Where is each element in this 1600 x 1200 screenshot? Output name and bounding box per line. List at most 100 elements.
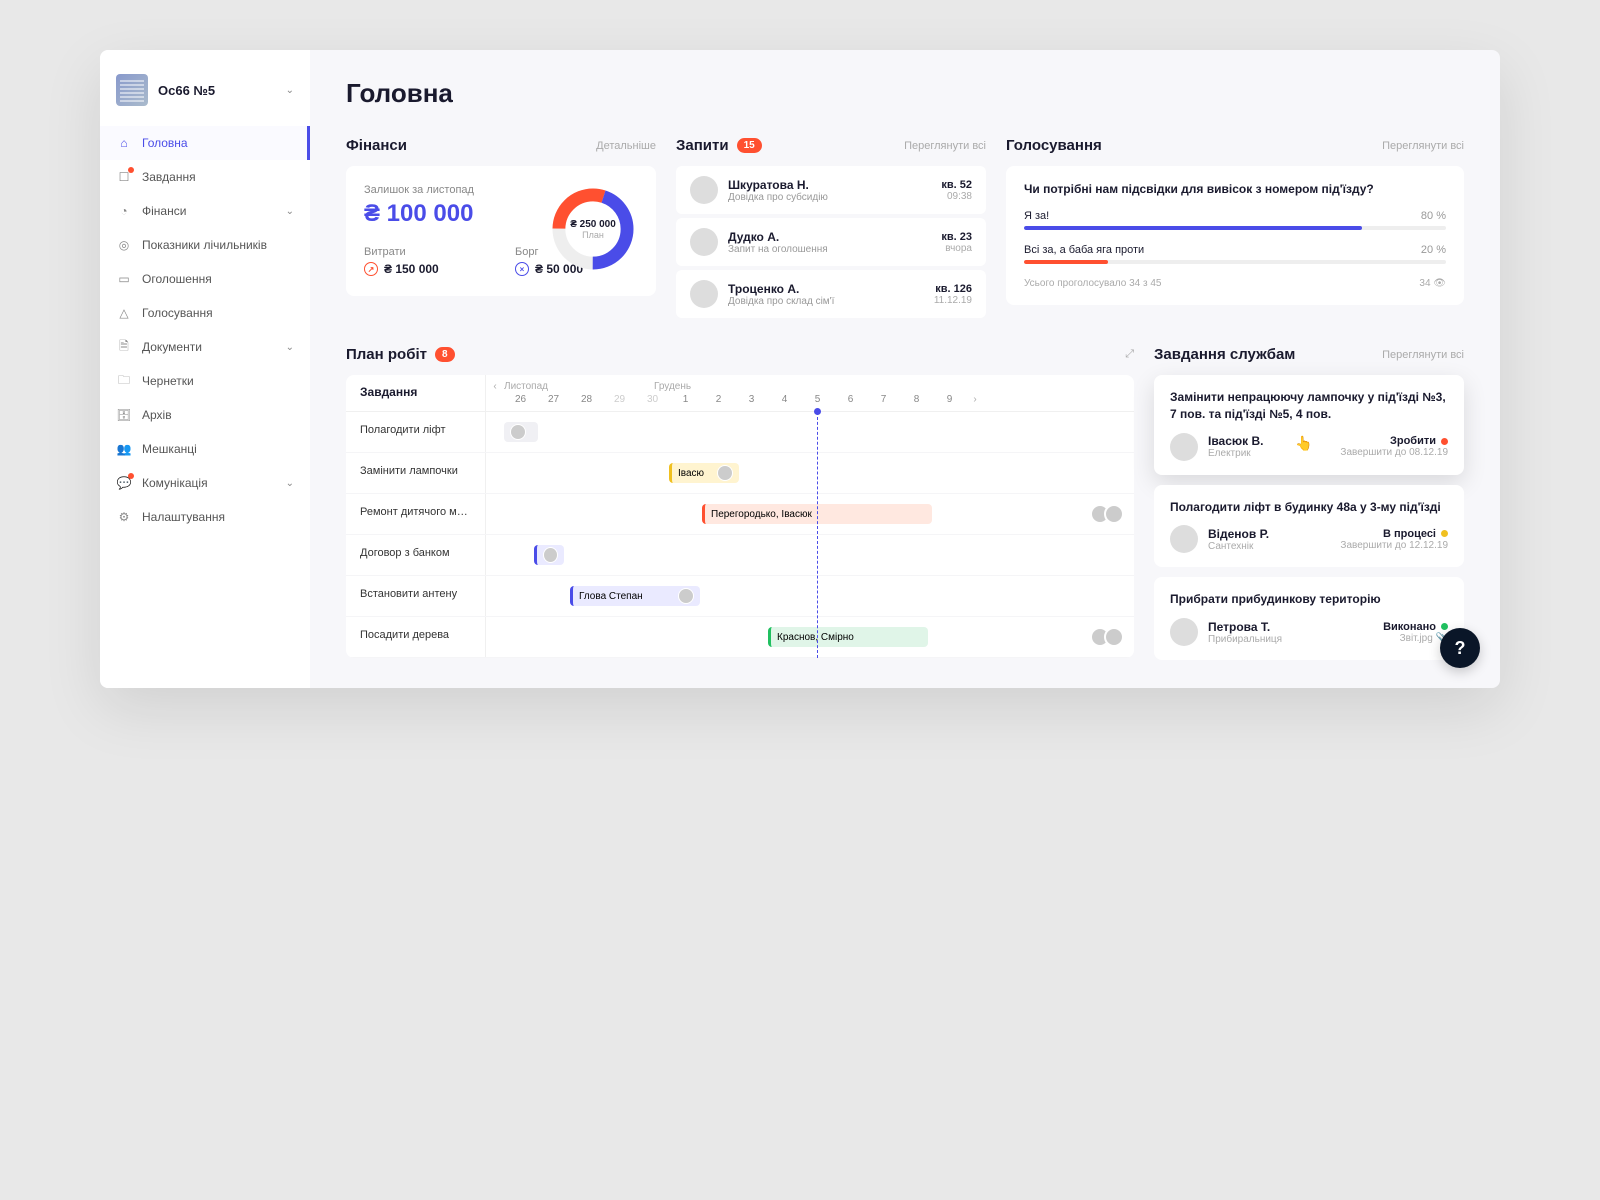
service-task-item[interactable]: Полагодити ліфт в будинку 48а у 3-му під… bbox=[1154, 485, 1464, 568]
voting-title: Голосування bbox=[1006, 137, 1102, 154]
vote-option[interactable]: Всі за, а баба яга проти20 % bbox=[1024, 244, 1446, 264]
sidebar-item-task[interactable]: ☐Завдання bbox=[100, 160, 310, 194]
meter-icon: ◎ bbox=[116, 237, 132, 253]
expenses-label: Витрати bbox=[364, 246, 487, 258]
expand-icon[interactable]: ⤢ bbox=[1125, 348, 1134, 361]
request-apt: кв. 126 bbox=[934, 283, 972, 295]
archive-icon: 🗄 bbox=[116, 407, 132, 423]
service-task-title: Прибрати прибудинкову територію bbox=[1170, 591, 1448, 608]
request-name: Троценко А. bbox=[728, 282, 924, 296]
avatar bbox=[1104, 504, 1124, 524]
main-content: Головна Фінанси Детальніше Залишок за ли… bbox=[310, 50, 1500, 688]
home-icon: ⌂ bbox=[116, 135, 132, 151]
task-due: Завершити до 12.12.19 bbox=[1340, 540, 1448, 551]
plan-label: План bbox=[582, 230, 604, 240]
gantt-bar[interactable]: Івасю bbox=[669, 463, 739, 483]
request-time: вчора bbox=[941, 243, 972, 254]
org-selector[interactable]: Ос66 №5 ⌄ bbox=[100, 66, 310, 114]
sidebar-item-vote[interactable]: △Голосування bbox=[100, 296, 310, 330]
request-item[interactable]: Дудко А.Запит на оголошеннякв. 23вчора bbox=[676, 218, 986, 266]
sidebar-item-draft[interactable]: 🗀Чернетки bbox=[100, 364, 310, 398]
gantt-bar[interactable] bbox=[504, 422, 538, 442]
request-desc: Довідка про субсидію bbox=[728, 192, 931, 203]
sidebar-item-meter[interactable]: ◎Показники лічильників bbox=[100, 228, 310, 262]
requests-view-all-link[interactable]: Переглянути всі bbox=[904, 140, 986, 152]
request-time: 11.12.19 bbox=[934, 295, 972, 306]
nav-label: Документи bbox=[142, 340, 276, 354]
gantt-month-2: Грудень bbox=[654, 381, 691, 392]
avatar bbox=[690, 176, 718, 204]
request-time: 09:38 bbox=[941, 191, 972, 202]
finance-title: Фінанси bbox=[346, 137, 407, 154]
request-apt: кв. 52 bbox=[941, 179, 972, 191]
gantt-next-icon[interactable]: › bbox=[966, 394, 984, 405]
task-icon: ☐ bbox=[116, 169, 132, 185]
request-name: Дудко А. bbox=[728, 230, 931, 244]
avatar bbox=[690, 280, 718, 308]
gantt-row: Замінити лампочкиІвасю bbox=[346, 453, 1134, 494]
gantt-row: Договор з банком bbox=[346, 535, 1134, 576]
voting-question: Чи потрібні нам підсвідки для вивісок з … bbox=[1024, 182, 1446, 196]
sidebar-item-settings[interactable]: ⚙Налаштування bbox=[100, 500, 310, 534]
request-item[interactable]: Шкуратова Н.Довідка про субсидію кв. 5209… bbox=[676, 166, 986, 214]
request-apt: кв. 23 bbox=[941, 231, 972, 243]
avatar bbox=[678, 588, 694, 604]
gantt-day: 29 bbox=[603, 394, 636, 405]
gantt-bar[interactable] bbox=[534, 545, 564, 565]
assignee-name: Петрова Т. bbox=[1208, 620, 1373, 634]
vote-option-label: Всі за, а баба яга проти bbox=[1024, 244, 1144, 256]
sidebar-item-doc[interactable]: 🗎Документи⌄ bbox=[100, 330, 310, 364]
gantt-row: Полагодити ліфт bbox=[346, 412, 1134, 453]
sidebar-item-users[interactable]: 👥Мешканці bbox=[100, 432, 310, 466]
service-task-item[interactable]: Замінити непрацюючу лампочку у під'їзді … bbox=[1154, 375, 1464, 475]
voting-view-all-link[interactable]: Переглянути всі bbox=[1382, 140, 1464, 152]
gantt-day: 7 bbox=[867, 394, 900, 405]
avatar bbox=[717, 465, 733, 481]
avatar bbox=[1170, 525, 1198, 553]
nav-label: Налаштування bbox=[142, 510, 294, 524]
sidebar-item-chat[interactable]: 💬Комунікація⌄ bbox=[100, 466, 310, 500]
chevron-down-icon: ⌄ bbox=[286, 478, 294, 489]
gantt-day: 30 bbox=[636, 394, 669, 405]
request-name: Шкуратова Н. bbox=[728, 178, 931, 192]
finance-details-link[interactable]: Детальніше bbox=[596, 140, 656, 152]
sidebar-item-archive[interactable]: 🗄Архів bbox=[100, 398, 310, 432]
service-task-item[interactable]: Прибрати прибудинкову територію Петрова Т… bbox=[1154, 577, 1464, 660]
voting-card[interactable]: Чи потрібні нам підсвідки для вивісок з … bbox=[1006, 166, 1464, 305]
gantt-bar[interactable]: Глова Степан bbox=[570, 586, 700, 606]
gantt-prev-icon[interactable]: ‹ bbox=[486, 381, 504, 392]
request-item[interactable]: Троценко А.Довідка про склад сім'ї кв. 12… bbox=[676, 270, 986, 318]
avatar bbox=[690, 228, 718, 256]
gantt-day: 5 bbox=[801, 394, 834, 405]
requests-title: Запити bbox=[676, 137, 729, 154]
vote-option-pct: 80 % bbox=[1421, 210, 1446, 222]
request-desc: Довідка про склад сім'ї bbox=[728, 296, 924, 307]
gantt-assignees bbox=[1096, 504, 1124, 524]
vote-option-label: Я за! bbox=[1024, 210, 1049, 222]
finance-card[interactable]: Залишок за листопад ₴ 100 000 Витрати ↗ … bbox=[346, 166, 656, 296]
gantt-month-1: Листопад bbox=[504, 381, 654, 392]
sidebar-item-home[interactable]: ⌂Головна bbox=[100, 126, 310, 160]
sidebar-item-finance[interactable]: ◔Фінанси⌄ bbox=[100, 194, 310, 228]
gantt-day: 6 bbox=[834, 394, 867, 405]
gantt-card: Завдання ‹ Листопад Грудень 262728293012… bbox=[346, 375, 1134, 658]
services-title: Завдання службам bbox=[1154, 346, 1295, 363]
chat-icon: 💬 bbox=[116, 475, 132, 491]
gantt-bar-label: Івасю bbox=[678, 468, 704, 479]
sidebar-item-announce[interactable]: ▭Оголошення bbox=[100, 262, 310, 296]
gantt-task-name: Договор з банком bbox=[346, 535, 486, 575]
services-view-all-link[interactable]: Переглянути всі bbox=[1382, 349, 1464, 361]
gantt-bar[interactable]: Краснов, Смірно bbox=[768, 627, 928, 647]
nav-label: Голосування bbox=[142, 306, 294, 320]
gantt-day: 28 bbox=[570, 394, 603, 405]
gantt-day: 9 bbox=[933, 394, 966, 405]
help-button[interactable]: ? bbox=[1440, 628, 1480, 668]
chevron-down-icon: ⌄ bbox=[286, 206, 294, 217]
gantt-day: 1 bbox=[669, 394, 702, 405]
finance-section: Фінанси Детальніше Залишок за листопад ₴… bbox=[346, 137, 656, 322]
vote-option[interactable]: Я за! 80 % bbox=[1024, 210, 1446, 230]
nav-label: Чернетки bbox=[142, 374, 294, 388]
service-task-title: Замінити непрацюючу лампочку у під'їзді … bbox=[1170, 389, 1448, 423]
gantt-count-badge: 8 bbox=[435, 347, 455, 362]
gantt-bar-label: Глова Степан bbox=[579, 591, 643, 602]
